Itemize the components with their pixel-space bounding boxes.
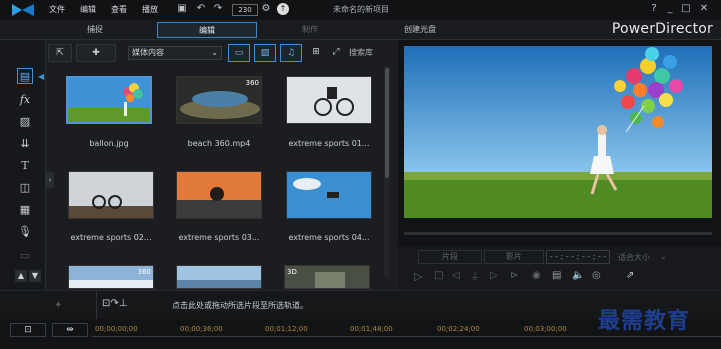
insert-options-icon[interactable]: ⊡↷⊥ xyxy=(102,298,127,309)
media-caption: beach 360.mp4 xyxy=(187,139,251,148)
badge-3d: 3D xyxy=(287,268,297,276)
expand-panel-icon[interactable]: › xyxy=(46,172,54,188)
media-thumbnail[interactable]: 360 xyxy=(68,265,154,289)
fullscreen-icon[interactable]: ⤢ xyxy=(328,44,344,62)
library-scroll-thumb[interactable] xyxy=(385,68,389,178)
watermark-logo: 最需教育 xyxy=(598,308,691,334)
fast-forward-icon[interactable]: ⊳ xyxy=(510,270,518,281)
media-caption: ballon.jpg xyxy=(89,139,129,148)
gear-icon[interactable]: ⚙ xyxy=(260,3,272,15)
tab-edit[interactable]: 编辑 xyxy=(157,22,257,38)
storyboard-view-icon[interactable]: ⊡ xyxy=(10,323,46,337)
grid-view-icon[interactable]: ⊞ xyxy=(306,44,326,62)
timecode-mark: 00;01;12;00 xyxy=(265,325,308,333)
snapshot-icon[interactable]: ◉ xyxy=(532,270,541,281)
tab-create-disc[interactable]: 创建光盘 xyxy=(385,22,455,38)
dropdown-value: 媒体内容 xyxy=(132,48,164,57)
divider xyxy=(96,290,97,319)
media-caption: extreme sports 03... xyxy=(178,233,260,242)
fit-timeline-icon[interactable]: ⇹ xyxy=(52,323,88,337)
media-caption: extreme sports 01... xyxy=(288,139,370,148)
menu-edit[interactable]: 编辑 xyxy=(80,4,96,15)
movie-mode-button[interactable]: 影片 xyxy=(484,250,544,264)
tab-capture[interactable]: 捕捉 xyxy=(60,22,130,38)
timecode-mark: 00;01;48;00 xyxy=(350,325,393,333)
scroll-down-icon[interactable]: ▼ xyxy=(29,270,41,282)
media-thumbnail-beach360[interactable]: 360 xyxy=(176,76,262,124)
volume-icon[interactable]: 🔈 xyxy=(572,270,584,281)
menu-file[interactable]: 文件 xyxy=(49,4,65,15)
timecode-mark: 00;03;00;00 xyxy=(524,325,567,333)
media-thumbnail[interactable] xyxy=(176,265,262,289)
audio-mixing-icon[interactable]: ▦ xyxy=(17,202,33,218)
split-icon[interactable]: ⍊ xyxy=(472,270,478,281)
project-title: 未命名的新项目 xyxy=(333,5,389,14)
maximize-button[interactable]: □ xyxy=(680,3,692,15)
transition-room-icon[interactable]: ◫ xyxy=(17,180,33,196)
preview-image xyxy=(404,46,712,218)
zoom-selector[interactable]: 230 xyxy=(232,4,258,16)
media-thumbnail-balloon[interactable] xyxy=(66,76,152,124)
chevron-down-icon[interactable]: ⌄ xyxy=(660,252,667,261)
help-button[interactable]: ? xyxy=(648,3,660,15)
import-icon[interactable]: ⇱ xyxy=(48,44,72,62)
menu-view[interactable]: 查看 xyxy=(111,4,127,15)
tab-produce[interactable]: 制作 xyxy=(275,22,345,38)
close-button[interactable]: ✕ xyxy=(698,3,710,15)
clip-mode-button[interactable]: 片段 xyxy=(418,250,482,264)
timecode-mark: 00;00;00;00 xyxy=(95,325,138,333)
brand-name: PowerDirector xyxy=(611,21,713,37)
app-logo xyxy=(10,2,36,18)
particle-room-icon[interactable]: ⇊ xyxy=(17,136,33,152)
minimize-button[interactable]: _ xyxy=(664,3,676,15)
audio-filter-icon[interactable]: ♫ xyxy=(280,44,302,62)
undock-icon[interactable]: ⇗ xyxy=(626,270,634,281)
timeline-hint: 点击此处或拖动所选片段至所选轨道。 xyxy=(172,301,308,310)
pip-room-icon[interactable]: ▨ xyxy=(17,114,33,130)
active-room-arrow-icon: ◀ xyxy=(38,72,45,81)
stop-icon[interactable]: □ xyxy=(434,270,443,281)
redo-icon[interactable]: ↷ xyxy=(212,3,224,15)
media-thumbnail-extreme01[interactable] xyxy=(286,76,372,124)
subtitle-icon[interactable]: ▤ xyxy=(552,270,561,281)
timecode-mark: 00;02;24;00 xyxy=(437,325,480,333)
media-type-dropdown[interactable]: 媒体内容 ⌄ xyxy=(128,46,222,60)
title-room-icon[interactable]: T xyxy=(17,158,33,174)
play-icon[interactable]: ▷ xyxy=(414,270,422,283)
media-caption: extreme sports 02... xyxy=(70,233,152,242)
media-thumbnail-extreme03[interactable] xyxy=(176,171,262,219)
menu-play[interactable]: 播放 xyxy=(142,4,158,15)
preview-progress-track[interactable] xyxy=(404,232,712,235)
media-thumbnail[interactable]: 3D xyxy=(284,265,370,289)
timeline-track-line xyxy=(92,336,721,337)
media-caption: extreme sports 04... xyxy=(288,233,370,242)
save-icon[interactable]: ▣ xyxy=(176,3,188,15)
voiceover-mic-icon[interactable]: 🎙 xyxy=(17,224,33,240)
scroll-up-icon[interactable]: ▲ xyxy=(15,270,27,282)
upgrade-icon[interactable]: ↑ xyxy=(277,3,289,15)
media-room-icon[interactable]: ▤ xyxy=(17,68,33,84)
badge-360: 360 xyxy=(245,79,259,87)
media-thumbnail-extreme02[interactable] xyxy=(68,171,154,219)
undo-icon[interactable]: ↶ xyxy=(195,3,207,15)
video-filter-icon[interactable]: ▭ xyxy=(228,44,250,62)
next-frame-icon[interactable]: ▷ xyxy=(490,270,498,281)
fx-room-icon[interactable]: fx xyxy=(17,92,33,108)
badge-360: 360 xyxy=(137,268,151,276)
timecode-mark: 00;00;36;00 xyxy=(180,325,223,333)
3d-toggle-icon[interactable]: ◎ xyxy=(592,270,601,281)
media-thumbnail-extreme04[interactable] xyxy=(286,171,372,219)
chapter-room-icon[interactable]: ▭ xyxy=(17,248,33,264)
library-search[interactable]: 搜索库 xyxy=(349,46,389,60)
chevron-down-icon: ⌄ xyxy=(211,48,218,57)
timecode-display[interactable]: - - ; - - ; - - ; - - xyxy=(546,250,610,264)
fit-size-dropdown[interactable]: 适合大小 xyxy=(618,252,650,263)
plugins-icon[interactable]: ✚ xyxy=(76,44,116,62)
image-filter-icon[interactable]: ▨ xyxy=(254,44,276,62)
magic-tools-icon[interactable]: ✦ xyxy=(54,300,62,311)
previous-frame-icon[interactable]: ◁ xyxy=(452,270,460,281)
